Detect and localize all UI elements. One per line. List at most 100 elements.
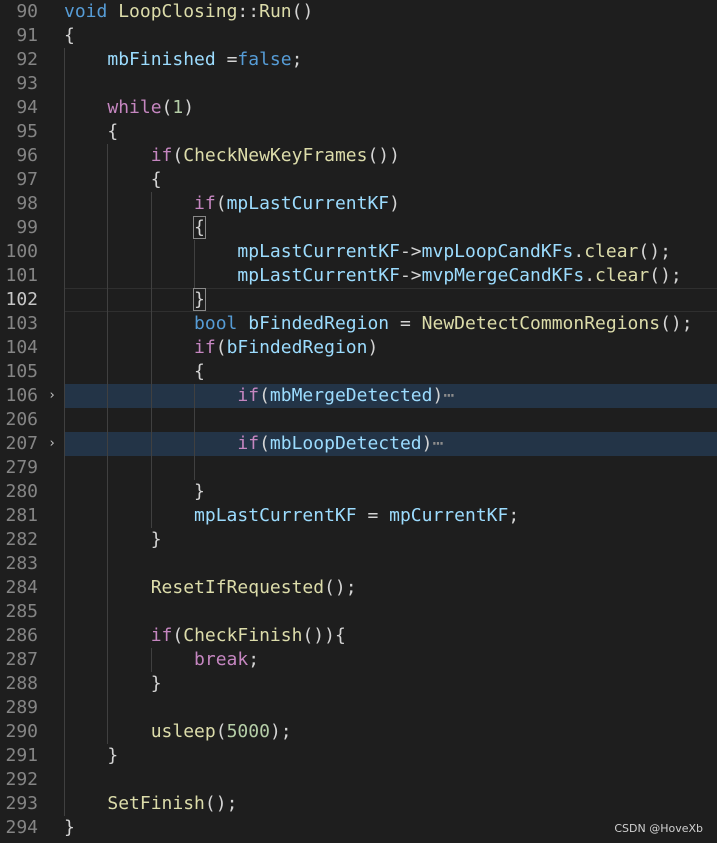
code-token: mbLoopDetected — [269, 433, 422, 454]
code-token: } — [64, 529, 162, 550]
line-number: 93 — [16, 73, 38, 94]
code-token: (); — [324, 577, 357, 598]
code-line[interactable]: 293 SetFinish(); — [0, 792, 717, 816]
code-text: } — [64, 528, 162, 552]
code-token: Run — [259, 1, 292, 22]
code-line[interactable]: 291 } — [0, 744, 717, 768]
code-line[interactable]: 91 { — [0, 24, 717, 48]
line-number: 91 — [16, 25, 38, 46]
code-token: ( — [172, 145, 184, 166]
code-token: ( — [259, 385, 270, 406]
code-token: ( — [215, 193, 227, 214]
folded-ellipsis[interactable]: ⋯ — [432, 433, 443, 454]
code-token: mvpMergeCandKFs — [421, 265, 585, 286]
code-line[interactable]: 94 while(1) — [0, 96, 717, 120]
line-number: 106 — [5, 385, 38, 406]
code-text: SetFinish(); — [64, 792, 237, 816]
code-text: { — [64, 120, 118, 144]
code-token: mpCurrentKF — [389, 505, 509, 526]
code-token: CheckNewKeyFrames — [183, 145, 368, 166]
code-text: { — [64, 360, 205, 384]
line-number: 104 — [5, 337, 38, 358]
line-number: 98 — [16, 193, 38, 214]
code-line[interactable]: 95 { — [0, 120, 717, 144]
code-token: ) — [421, 433, 433, 454]
code-token: bool — [194, 313, 238, 334]
code-text: if(CheckFinish()){ — [64, 624, 346, 648]
code-token: (); — [660, 313, 693, 334]
code-token: = — [389, 313, 422, 334]
code-token: :: — [237, 1, 260, 22]
code-token: () — [291, 1, 314, 22]
code-token: if — [150, 625, 173, 646]
code-line[interactable]: 294} — [0, 816, 717, 840]
line-number: 95 — [16, 121, 38, 142]
code-token: mpLastCurrentKF — [226, 193, 390, 214]
code-token: if — [150, 145, 173, 166]
code-line[interactable]: 292 — [0, 768, 717, 792]
code-token: . — [573, 241, 585, 262]
line-number: 293 — [5, 793, 38, 814]
code-token: { — [193, 216, 206, 239]
line-number: 280 — [5, 481, 38, 502]
code-line[interactable]: 93 — [0, 72, 717, 96]
code-token: (); — [649, 265, 682, 286]
indent-guide — [194, 384, 196, 480]
code-text: break; — [64, 648, 259, 672]
code-token: { — [64, 169, 162, 190]
code-token: mpLastCurrentKF — [237, 265, 400, 286]
code-token: mpLastCurrentKF — [194, 505, 357, 526]
indent-guide — [150, 192, 152, 528]
line-number: 285 — [5, 601, 38, 622]
code-text: while(1) — [64, 96, 194, 120]
code-text: if(mpLastCurrentKF) — [64, 192, 400, 216]
code-token: ( — [259, 433, 270, 454]
code-token: ( — [161, 97, 173, 118]
code-token: . — [584, 265, 596, 286]
line-number: 97 — [16, 169, 38, 190]
line-number: 90 — [16, 1, 38, 22]
line-number: 291 — [5, 745, 38, 766]
code-text: { — [64, 24, 75, 48]
code-token: false — [237, 49, 292, 70]
code-token: clear — [584, 241, 639, 262]
code-token: -> — [399, 241, 422, 262]
fold-chevron-icon[interactable]: › — [46, 384, 58, 408]
code-token: NewDetectCommonRegions — [421, 313, 661, 334]
code-token: ()) — [367, 145, 400, 166]
code-token: ResetIfRequested — [150, 577, 325, 598]
code-token: = — [356, 505, 390, 526]
indent-guide — [107, 144, 109, 744]
code-token: } — [64, 745, 119, 766]
code-editor[interactable]: 90 void LoopClosing::Run() 91{92 mbFinishe… — [0, 0, 717, 843]
line-number: 283 — [5, 553, 38, 574]
code-line[interactable]: 90 void LoopClosing::Run() — [0, 0, 717, 24]
code-token: { — [64, 361, 205, 382]
code-text: if(bFindedRegion) — [64, 336, 378, 360]
code-token: ; — [291, 49, 303, 70]
code-text: mpLastCurrentKF->mvpMergeCandKFs.clear()… — [64, 264, 682, 288]
code-token: ; — [508, 505, 520, 526]
code-token: ) — [183, 97, 195, 118]
code-token: mpLastCurrentKF — [237, 241, 400, 262]
code-token: -> — [399, 265, 422, 286]
fold-chevron-icon[interactable]: › — [46, 432, 58, 456]
code-token: LoopClosing — [118, 1, 238, 22]
code-token: mbMergeDetected — [269, 385, 433, 406]
code-token: usleep — [150, 721, 216, 742]
folded-ellipsis[interactable]: ⋯ — [443, 385, 454, 406]
code-token: } — [64, 817, 75, 838]
line-number: 99 — [16, 217, 38, 238]
code-token: break — [194, 649, 249, 670]
code-line[interactable]: 92 mbFinished =false; — [0, 48, 717, 72]
indent-guide — [64, 48, 65, 816]
